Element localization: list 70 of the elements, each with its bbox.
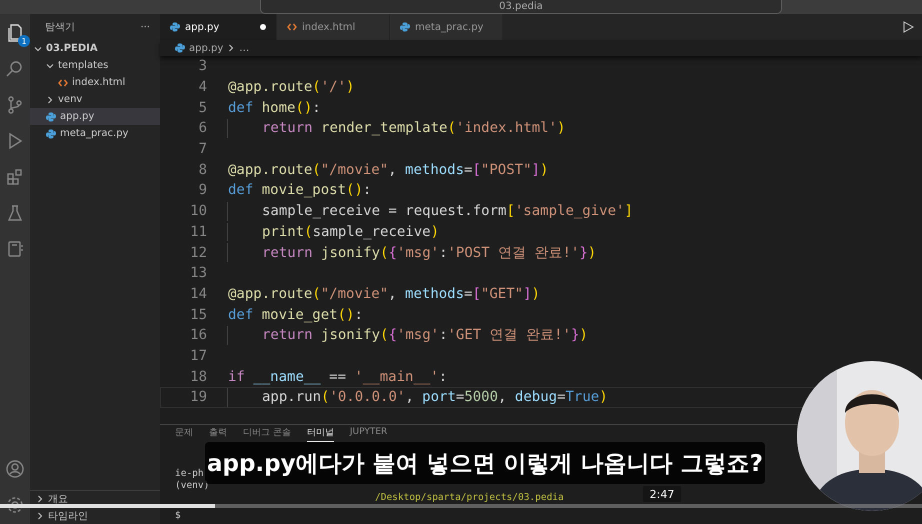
- editor-tab[interactable]: app.py: [160, 14, 277, 40]
- folder-item[interactable]: 03.PEDIA: [30, 40, 160, 57]
- code-line: def home():: [228, 100, 321, 116]
- panel-tab[interactable]: JUPYTER: [350, 427, 388, 440]
- unsaved-dot: [260, 24, 266, 30]
- line-number: 15: [189, 306, 208, 323]
- chevron-right-icon[interactable]: [36, 512, 44, 520]
- line-number: 11: [189, 224, 208, 240]
- code-brackets-icon: [287, 22, 297, 32]
- file-item[interactable]: index.html: [30, 74, 160, 91]
- file-item[interactable]: app.py: [30, 108, 160, 125]
- line-number: 8: [198, 162, 208, 178]
- line-number: 9: [198, 182, 208, 198]
- chevron-down-icon[interactable]: [46, 62, 54, 70]
- file-item[interactable]: meta_prac.py: [30, 125, 160, 142]
- line-number: 19: [189, 389, 208, 406]
- line-number: 16: [189, 327, 208, 344]
- line-number: 17: [189, 348, 208, 364]
- chevron-right-icon[interactable]: [46, 96, 54, 104]
- python-file-icon: [170, 22, 180, 32]
- terminal-line: /Desktop/sparta/projects/03.pedia: [374, 492, 564, 504]
- more-actions[interactable]: ···: [140, 22, 150, 32]
- python-file-icon: [400, 22, 410, 32]
- code-line: @app.route('/'): [228, 79, 354, 96]
- editor-tab[interactable]: meta_prac.py: [390, 14, 503, 40]
- chevron-right-icon[interactable]: [36, 495, 44, 503]
- breadcrumb-file[interactable]: app.py: [189, 42, 224, 54]
- code-line: return render_template('index.html'): [262, 120, 566, 136]
- line-number: 4: [198, 79, 208, 96]
- chevron-right-icon[interactable]: [227, 44, 236, 52]
- video-progress-bar[interactable]: [0, 504, 922, 508]
- search-field[interactable]: 03.pedia: [260, 0, 782, 14]
- folder-item[interactable]: templates: [30, 57, 160, 74]
- line-number: 14: [189, 286, 208, 302]
- code-line: print(sample_receive): [262, 224, 440, 240]
- line-number: 10: [189, 203, 208, 220]
- line-number: 13: [189, 265, 208, 282]
- python-file-icon: [46, 112, 56, 122]
- code-line: def movie_get():: [228, 306, 363, 323]
- account-icon[interactable]: [4, 458, 26, 480]
- run-icon[interactable]: [902, 21, 914, 33]
- code-line: @app.route("/movie", methods=["POST"]): [228, 162, 548, 178]
- panel-tab[interactable]: 디버그 콘솔: [243, 426, 291, 442]
- python-file-icon: [46, 128, 56, 138]
- code-line: return jsonify({'msg':'GET 연결 완료!'}): [262, 326, 588, 344]
- folder-item[interactable]: venv: [30, 91, 160, 108]
- time-tooltip: 2:47: [643, 486, 681, 502]
- code-line: app.run('0.0.0.0', port=5000, debug=True): [262, 389, 608, 406]
- chevron-down-icon[interactable]: [34, 44, 42, 52]
- terminal-line: $: [175, 510, 181, 522]
- subtitle-caption: app.py에다가 붙여 넣으면 이렇게 나옵니다 그렇죠?: [205, 442, 765, 484]
- line-number: 12: [189, 244, 208, 261]
- explorer-title: 탐색기: [45, 21, 75, 34]
- terminal-line: ie-ph: [175, 468, 204, 480]
- line-number: 5: [198, 100, 208, 116]
- line-number: 18: [189, 368, 208, 385]
- code-brackets-icon: [58, 78, 68, 88]
- code-line: sample_receive = request.form['sample_give']: [262, 203, 633, 220]
- code-line: @app.route("/movie", methods=["GET"]): [228, 286, 540, 302]
- line-number: 6: [198, 120, 208, 136]
- editor-tab[interactable]: index.html: [277, 14, 390, 40]
- panel-tab[interactable]: 출력: [209, 426, 227, 442]
- code-line: if __name__ == '__main__':: [228, 368, 448, 385]
- line-number: 3: [198, 58, 208, 74]
- code-line: def movie_post():: [228, 182, 372, 198]
- python-file-icon: [175, 43, 185, 53]
- breadcrumb-more[interactable]: …: [239, 42, 250, 54]
- code-line: return jsonify({'msg':'POST 연결 완료!'}): [262, 244, 596, 262]
- panel-tab[interactable]: 문제: [175, 426, 193, 442]
- line-number: 7: [198, 141, 208, 158]
